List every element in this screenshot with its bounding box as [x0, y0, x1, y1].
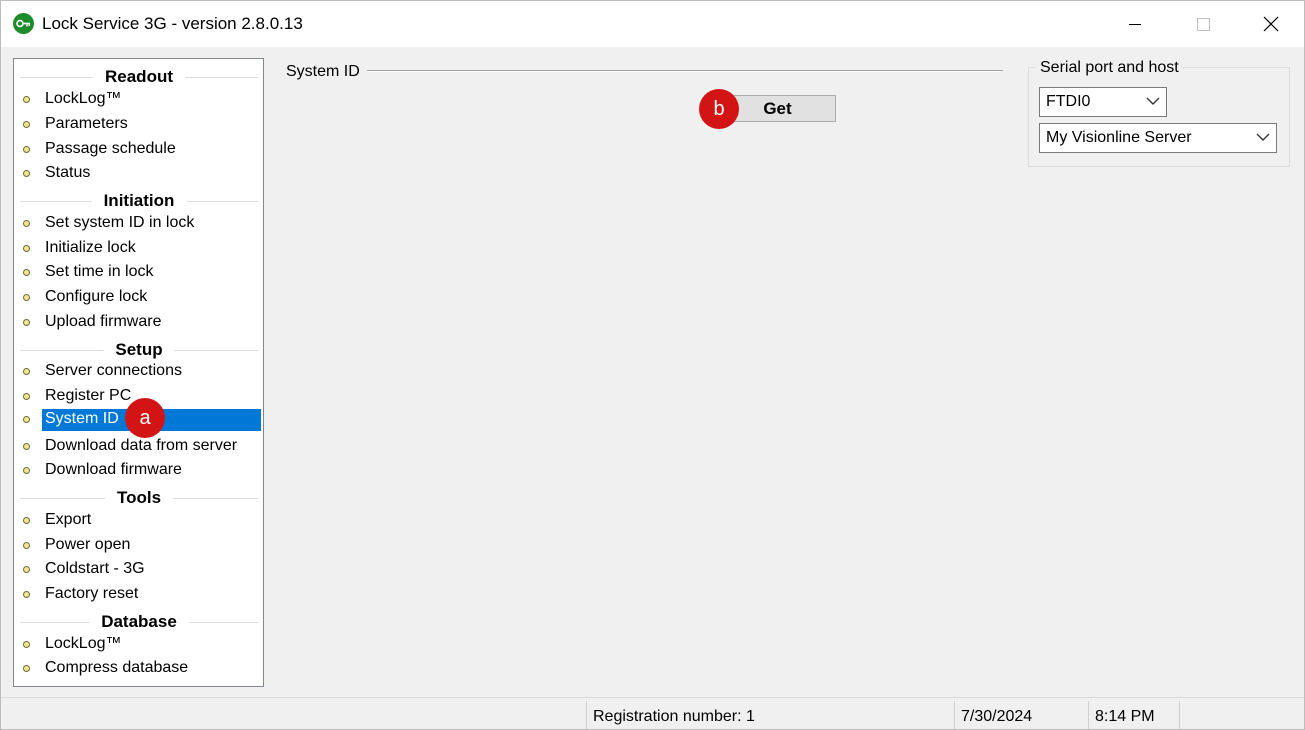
bullet-dot-icon [23, 467, 30, 474]
close-icon [1263, 16, 1279, 32]
bullet-dot-icon [23, 641, 30, 648]
nav-panel: Readout LockLog™ Parameters Passage sche… [13, 58, 264, 687]
close-button[interactable] [1237, 1, 1304, 47]
nav-item-server-connections[interactable]: Server connections [14, 359, 263, 383]
nav-item-download-firmware[interactable]: Download firmware [14, 458, 263, 482]
nav-item-parameters[interactable]: Parameters [14, 112, 263, 136]
nav-item-label: LockLog™ [45, 635, 122, 652]
nav-item-label: Configure lock [45, 288, 148, 305]
bullet-dot-icon [23, 269, 30, 276]
nav-item-label: Export [45, 511, 92, 528]
nav-item-label: Coldstart - 3G [45, 560, 145, 577]
nav-item-compress-database[interactable]: Compress database [14, 656, 263, 680]
bullet-dot-icon [23, 542, 30, 549]
status-separator [1179, 701, 1180, 729]
nav-item-set-time[interactable]: Set time in lock [14, 260, 263, 284]
minimize-icon [1129, 23, 1141, 25]
bullet-dot-icon [23, 665, 30, 672]
status-date: 7/30/2024 [961, 708, 1033, 725]
status-separator [1088, 701, 1089, 729]
status-separator [954, 701, 955, 729]
bullet-dot-icon [23, 294, 30, 301]
bullet-dot-icon [23, 245, 30, 252]
nav-item-label: Parameters [45, 115, 128, 132]
status-bar: Registration number: 1 7/30/2024 8:14 PM [1, 697, 1304, 729]
nav-header-initiation: Initiation [20, 190, 258, 212]
nav-item-label: LockLog™ [45, 90, 122, 107]
bullet-dot-icon [23, 319, 30, 326]
section-title: System ID [286, 63, 360, 80]
status-time: 8:14 PM [1095, 708, 1155, 725]
host-select[interactable]: My Visionline Server [1039, 123, 1277, 153]
maximize-icon [1196, 17, 1210, 31]
title-bar: Lock Service 3G - version 2.8.0.13 [1, 1, 1304, 47]
bullet-dot-icon [23, 170, 30, 177]
nav-item-label: Power open [45, 536, 131, 553]
bullet-dot-icon [23, 393, 30, 400]
nav-item-locklog[interactable]: LockLog™ [14, 87, 263, 111]
section-divider [367, 70, 1003, 72]
nav-item-label: Download data from server [45, 437, 238, 454]
bullet-dot-icon [23, 591, 30, 598]
chevron-down-icon [1256, 133, 1270, 141]
nav-header-tools: Tools [20, 487, 258, 509]
serial-port-select[interactable]: FTDI0 [1039, 87, 1167, 117]
nav-header-setup: Setup [20, 339, 258, 361]
nav-item-label: Set time in lock [45, 263, 154, 280]
bullet-dot-icon [23, 121, 30, 128]
nav-item-label: Status [45, 164, 91, 181]
nav-item-status[interactable]: Status [14, 161, 263, 185]
nav-header-database: Database [20, 611, 258, 633]
bullet-dot-icon [23, 146, 30, 153]
nav-item-factory-reset[interactable]: Factory reset [14, 582, 263, 606]
serial-port-value: FTDI0 [1046, 93, 1091, 110]
minimize-button[interactable] [1101, 1, 1169, 47]
bullet-dot-icon [23, 220, 30, 227]
nav-item-configure-lock[interactable]: Configure lock [14, 285, 263, 309]
nav-header-readout: Readout [20, 66, 258, 88]
nav-item-label: Passage schedule [45, 140, 176, 157]
nav-item-label: Register PC [45, 387, 132, 404]
nav-item-initialize-lock[interactable]: Initialize lock [14, 236, 263, 260]
bullet-dot-icon [23, 443, 30, 450]
window-title: Lock Service 3G - version 2.8.0.13 [42, 14, 303, 33]
nav-item-label: Compress database [45, 659, 189, 676]
bullet-dot-icon [23, 96, 30, 103]
nav-item-export[interactable]: Export [14, 508, 263, 532]
maximize-button[interactable] [1169, 1, 1237, 47]
bullet-dot-icon [23, 368, 30, 375]
annotation-badge-a: a [125, 398, 165, 438]
key-icon [13, 13, 34, 34]
nav-item-set-system-id[interactable]: Set system ID in lock [14, 211, 263, 235]
status-separator [586, 701, 587, 729]
nav-item-label: Download firmware [45, 461, 182, 478]
bullet-dot-icon [23, 517, 30, 524]
annotation-badge-b: b [699, 89, 739, 129]
nav-item-db-locklog[interactable]: LockLog™ [14, 632, 263, 656]
status-registration: Registration number: 1 [593, 708, 755, 725]
bullet-dot-icon [23, 416, 30, 423]
chevron-down-icon [1146, 97, 1160, 105]
nav-item-label: Factory reset [45, 585, 139, 602]
nav-item-label: Initialize lock [45, 239, 136, 256]
app-window: Lock Service 3G - version 2.8.0.13 Reado… [0, 0, 1305, 730]
nav-item-label: Set system ID in lock [45, 214, 195, 231]
serial-group-title: Serial port and host [1036, 59, 1183, 77]
bullet-dot-icon [23, 566, 30, 573]
nav-item-label: Upload firmware [45, 313, 162, 330]
host-value: My Visionline Server [1046, 129, 1192, 146]
nav-item-passage-schedule[interactable]: Passage schedule [14, 137, 263, 161]
nav-item-download-data[interactable]: Download data from server [14, 434, 263, 458]
nav-item-upload-firmware[interactable]: Upload firmware [14, 310, 263, 334]
nav-item-coldstart[interactable]: Coldstart - 3G [14, 557, 263, 581]
nav-item-power-open[interactable]: Power open [14, 533, 263, 557]
nav-item-label: Server connections [45, 362, 182, 379]
